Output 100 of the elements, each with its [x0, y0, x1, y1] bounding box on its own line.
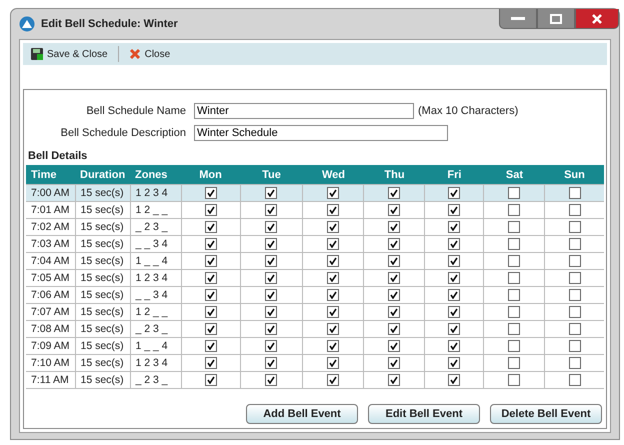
checkbox[interactable]	[448, 221, 460, 234]
checkbox[interactable]	[388, 306, 400, 318]
table-row[interactable]: 7:00 AM 15 sec(s) 1 2 3 4	[26, 184, 604, 202]
checkbox[interactable]	[568, 221, 581, 234]
name-field[interactable]: Winter	[194, 103, 414, 119]
checkbox[interactable]	[265, 374, 278, 386]
checkbox[interactable]	[568, 272, 581, 284]
table-row[interactable]: 7:03 AM 15 sec(s) _ _ 3 4	[26, 236, 604, 252]
checkbox[interactable]	[327, 204, 340, 216]
checkbox[interactable]	[388, 357, 400, 370]
checkbox[interactable]	[508, 187, 520, 200]
checkbox[interactable]	[388, 340, 400, 352]
table-row[interactable]: 7:09 AM 15 sec(s) 1 _ _ 4	[26, 338, 604, 354]
checkbox[interactable]	[327, 357, 340, 370]
save-close-button[interactable]: Save & Close	[29, 48, 110, 60]
table-row[interactable]: 7:10 AM 15 sec(s) 1 2 3 4	[26, 354, 604, 372]
checkbox[interactable]	[508, 255, 520, 268]
table-row[interactable]: 7:02 AM 15 sec(s) _ 2 3 _	[26, 218, 604, 236]
checkbox[interactable]	[204, 238, 216, 250]
table-row[interactable]: 7:01 AM 15 sec(s) 1 2 _ _	[26, 202, 604, 218]
checkbox[interactable]	[204, 204, 216, 216]
checkbox[interactable]	[327, 306, 340, 318]
checkbox[interactable]	[508, 374, 520, 386]
checkbox[interactable]	[265, 340, 278, 352]
checkbox[interactable]	[327, 340, 340, 352]
checkbox[interactable]	[265, 323, 278, 336]
checkbox[interactable]	[265, 221, 278, 234]
table-row[interactable]: 7:08 AM 15 sec(s) _ 2 3 _	[26, 320, 604, 338]
checkbox[interactable]	[508, 357, 520, 370]
table-row[interactable]: 7:11 AM 15 sec(s) _ 2 3 _	[26, 372, 604, 388]
checkbox[interactable]	[568, 289, 581, 302]
checkbox[interactable]	[388, 221, 400, 234]
checkbox[interactable]	[508, 272, 520, 284]
checkbox[interactable]	[448, 323, 460, 336]
checkbox[interactable]	[568, 323, 581, 336]
checkbox[interactable]	[265, 272, 278, 284]
checkbox[interactable]	[508, 289, 520, 302]
checkbox[interactable]	[568, 357, 581, 370]
table-row[interactable]: 7:07 AM 15 sec(s) 1 2 _ _	[26, 304, 604, 320]
checkbox[interactable]	[327, 255, 340, 268]
checkbox[interactable]	[568, 374, 581, 386]
checkbox[interactable]	[265, 238, 278, 250]
checkbox[interactable]	[204, 340, 216, 352]
checkbox[interactable]	[265, 187, 278, 200]
checkbox[interactable]	[265, 255, 278, 268]
table-row[interactable]: 7:05 AM 15 sec(s) 1 2 3 4	[26, 270, 604, 286]
close-toolbar-button[interactable]: Close	[126, 48, 172, 60]
checkbox[interactable]	[448, 357, 460, 370]
maximize-button[interactable]	[537, 9, 575, 29]
checkbox[interactable]	[388, 187, 400, 200]
checkbox[interactable]	[265, 289, 278, 302]
checkbox[interactable]	[448, 272, 460, 284]
checkbox[interactable]	[327, 238, 340, 250]
checkbox[interactable]	[204, 374, 216, 386]
checkbox[interactable]	[388, 323, 400, 336]
checkbox[interactable]	[448, 289, 460, 302]
checkbox[interactable]	[448, 340, 460, 352]
checkbox[interactable]	[204, 323, 216, 336]
action-button[interactable]: Edit Bell Event	[368, 404, 480, 424]
checkbox[interactable]	[508, 238, 520, 250]
checkbox[interactable]	[448, 238, 460, 250]
checkbox[interactable]	[265, 204, 278, 216]
checkbox[interactable]	[568, 340, 581, 352]
table-row[interactable]: 7:06 AM 15 sec(s) _ _ 3 4	[26, 286, 604, 304]
checkbox[interactable]	[568, 238, 581, 250]
checkbox[interactable]	[388, 238, 400, 250]
description-field[interactable]: Winter Schedule	[194, 125, 448, 141]
checkbox[interactable]	[388, 272, 400, 284]
checkbox[interactable]	[448, 187, 460, 200]
checkbox[interactable]	[327, 221, 340, 234]
checkbox[interactable]	[508, 221, 520, 234]
action-button[interactable]: Add Bell Event	[246, 404, 358, 424]
action-button[interactable]: Delete Bell Event	[490, 404, 602, 424]
checkbox[interactable]	[327, 187, 340, 200]
close-button[interactable]	[575, 9, 619, 29]
checkbox[interactable]	[508, 204, 520, 216]
checkbox[interactable]	[204, 289, 216, 302]
checkbox[interactable]	[265, 306, 278, 318]
checkbox[interactable]	[448, 204, 460, 216]
checkbox[interactable]	[204, 255, 216, 268]
minimize-button[interactable]	[499, 9, 537, 29]
checkbox[interactable]	[448, 374, 460, 386]
checkbox[interactable]	[388, 204, 400, 216]
checkbox[interactable]	[327, 272, 340, 284]
checkbox[interactable]	[568, 306, 581, 318]
checkbox[interactable]	[448, 255, 460, 268]
checkbox[interactable]	[508, 306, 520, 318]
checkbox[interactable]	[568, 187, 581, 200]
checkbox[interactable]	[388, 289, 400, 302]
checkbox[interactable]	[327, 323, 340, 336]
checkbox[interactable]	[568, 204, 581, 216]
checkbox[interactable]	[204, 357, 216, 370]
table-row[interactable]: 7:04 AM 15 sec(s) 1 _ _ 4	[26, 252, 604, 270]
checkbox[interactable]	[388, 255, 400, 268]
checkbox[interactable]	[568, 255, 581, 268]
checkbox[interactable]	[204, 187, 216, 200]
checkbox[interactable]	[508, 323, 520, 336]
checkbox[interactable]	[204, 306, 216, 318]
checkbox[interactable]	[204, 272, 216, 284]
checkbox[interactable]	[265, 357, 278, 370]
